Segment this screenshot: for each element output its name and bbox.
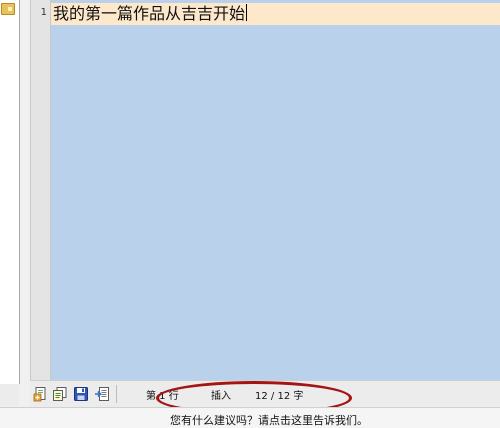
folder-icon[interactable] xyxy=(1,3,15,15)
feedback-bar: 您有什么建议吗？请点击这里告诉我们。 xyxy=(0,407,500,428)
line-number: 1 xyxy=(40,7,47,18)
feedback-link[interactable]: 您有什么建议吗？请点击这里告诉我们。 xyxy=(170,412,368,428)
app-window: 1 我的第一篇作品从吉吉开始 第 1 行 插入 12 / 12 字 您有什么建议… xyxy=(0,0,500,428)
toolbar-separator xyxy=(116,385,117,403)
export-icon[interactable] xyxy=(94,386,110,402)
line-number-gutter: 1 xyxy=(31,0,51,380)
copy-document-icon[interactable] xyxy=(52,386,68,402)
insert-mode-indicator[interactable]: 插入 xyxy=(211,387,231,402)
status-toolbar: 第 1 行 插入 12 / 12 字 xyxy=(30,380,500,408)
current-line-highlight[interactable]: 我的第一篇作品从吉吉开始 xyxy=(51,3,500,25)
left-panel-footer xyxy=(0,384,19,406)
line-content: 我的第一篇作品从吉吉开始 xyxy=(53,4,246,23)
text-caret xyxy=(246,4,248,21)
save-icon[interactable] xyxy=(73,386,89,402)
current-line-indicator: 第 1 行 xyxy=(146,391,179,402)
character-count: 12 / 12 字 xyxy=(255,391,304,402)
text-editor[interactable]: 1 我的第一篇作品从吉吉开始 xyxy=(30,0,500,380)
editor-line-text[interactable]: 我的第一篇作品从吉吉开始 xyxy=(53,4,248,24)
new-document-icon[interactable] xyxy=(33,386,49,402)
left-side-panel xyxy=(0,0,20,384)
